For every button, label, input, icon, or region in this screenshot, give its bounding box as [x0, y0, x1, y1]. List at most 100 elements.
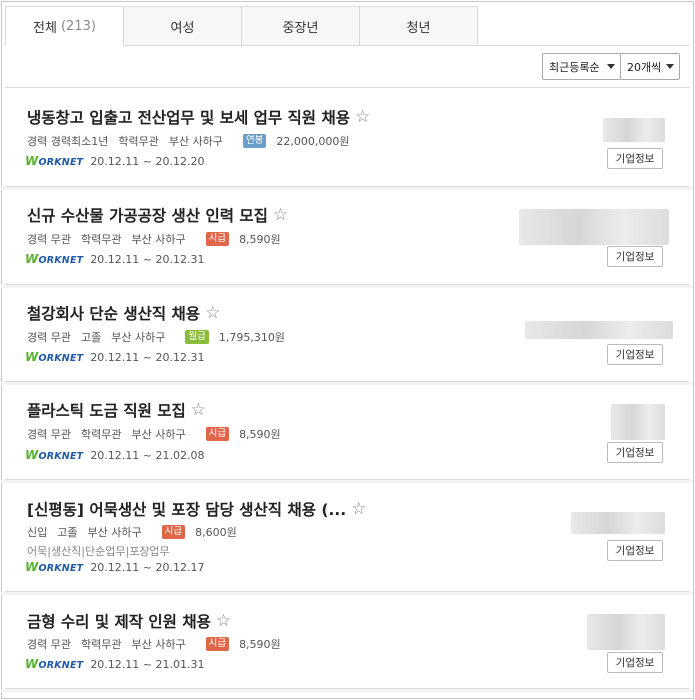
company-info-button[interactable]: 기업정보	[607, 540, 663, 561]
job-item: 플라스틱 도금 직원 모집 ☆ 경력 무관 학력무관 부산 사하구 시급 8,5…	[1, 382, 693, 483]
company-name-blurred	[519, 209, 669, 245]
job-career: 경력 무관	[27, 638, 71, 651]
job-pay: 8,590원	[239, 638, 281, 651]
job-title-link[interactable]: 냉동창고 입출고 전산업무 및 보세 업무 직원 채용 ☆	[27, 106, 370, 128]
job-source: W ORKNET 20.12.11 ~ 20.12.31	[25, 350, 205, 364]
job-education: 학력무관	[118, 135, 159, 148]
job-period: 20.12.11 ~ 21.01.31	[90, 657, 205, 671]
job-title-link[interactable]: 금형 수리 및 제작 인원 채용 ☆	[27, 610, 231, 632]
company-info-button[interactable]: 기업정보	[607, 652, 663, 673]
job-education: 고졸	[80, 331, 102, 344]
company-name-blurred	[611, 404, 665, 440]
job-pay: 8,590원	[239, 428, 281, 441]
job-pay: 8,590원	[239, 233, 281, 246]
worknet-logo: W ORKNET	[25, 154, 84, 168]
worknet-logo: W ORKNET	[25, 350, 84, 364]
tab-middle-aged[interactable]: 중장년	[241, 6, 360, 46]
tab-bar: 전체 (213) 여성 중장년 청년	[5, 6, 478, 46]
job-source: W ORKNET 20.12.11 ~ 20.12.31	[25, 252, 205, 266]
tab-women[interactable]: 여성	[123, 6, 242, 46]
sort-order-value: 최근등록순	[549, 60, 600, 74]
job-title: 냉동창고 입출고 전산업무 및 보세 업무 직원 채용	[27, 109, 350, 127]
job-title: 신규 수산물 가공공장 생산 인력 모집	[27, 207, 268, 225]
star-icon[interactable]: ☆	[216, 611, 231, 631]
job-meta: 경력 무관 학력무관 부산 사하구 시급 8,590원	[27, 636, 291, 652]
job-title: 플라스틱 도금 직원 모집	[27, 402, 186, 420]
company-info-button[interactable]: 기업정보	[607, 246, 663, 267]
job-education: 학력무관	[80, 233, 122, 246]
job-career: 경력 무관	[27, 331, 71, 344]
company-info-button[interactable]: 기업정보	[607, 344, 663, 365]
job-title: [신평동] 어묵생산 및 포장 담당 생산직 채용 (...	[27, 501, 347, 519]
company-name-blurred	[571, 512, 665, 534]
job-career: 경력 무관	[27, 428, 71, 441]
job-source: W ORKNET 20.12.11 ~ 21.02.08	[25, 448, 205, 462]
job-title-link[interactable]: 플라스틱 도금 직원 모집 ☆	[27, 399, 206, 421]
job-meta: 경력 무관 학력무관 부산 사하구 시급 8,590원	[27, 426, 291, 442]
job-location: 부산 사하구	[131, 638, 186, 651]
job-meta: 경력 경력최소1년 학력무관 부산 사하구 연봉 22,000,000원	[27, 133, 360, 149]
tab-label: 여성	[170, 20, 195, 36]
job-period: 20.12.11 ~ 20.12.20	[90, 154, 205, 168]
job-period: 20.12.11 ~ 20.12.31	[90, 252, 205, 266]
pay-type-badge: 시급	[205, 232, 230, 246]
sort-order-select[interactable]: 최근등록순	[542, 53, 621, 80]
job-pay: 1,795,310원	[218, 331, 285, 344]
tab-label: 청년	[406, 20, 431, 36]
job-item: [신평동] 어묵생산 및 포장 담당 생산직 채용 (... ☆ 신입 고졸 부…	[1, 480, 693, 595]
job-period: 20.12.11 ~ 21.02.08	[90, 448, 205, 462]
job-title-link[interactable]: [신평동] 어묵생산 및 포장 담당 생산직 채용 (... ☆	[27, 498, 366, 520]
job-pay: 22,000,000원	[276, 135, 350, 148]
company-name-blurred	[587, 614, 665, 650]
tab-label: 전체	[33, 20, 57, 36]
job-period: 20.12.11 ~ 20.12.31	[90, 350, 205, 364]
pay-type-badge: 월급	[185, 330, 209, 344]
job-title: 금형 수리 및 제작 인원 채용	[27, 613, 211, 631]
star-icon[interactable]: ☆	[205, 303, 220, 323]
job-title-link[interactable]: 신규 수산물 가공공장 생산 인력 모집 ☆	[27, 204, 288, 226]
job-item: 금형 수리 및 제작 인원 채용 ☆ 경력 무관 학력무관 부산 사하구 시급 …	[1, 592, 693, 692]
job-item: 신규 수산물 가공공장 생산 인력 모집 ☆ 경력 무관 학력무관 부산 사하구…	[1, 187, 693, 288]
job-item: 철강회사 단순 생산직 채용 ☆ 경력 무관 고졸 부산 사하구 월급 1,79…	[1, 285, 693, 385]
company-name-blurred	[603, 118, 665, 142]
chevron-down-icon	[666, 64, 674, 69]
job-location: 부산 사하구	[111, 331, 166, 344]
job-tags: 어묵|생산직|단순업무|포장업무	[27, 545, 170, 558]
job-title: 철강회사 단순 생산직 채용	[27, 305, 201, 323]
job-item: 냉동창고 입출고 전산업무 및 보세 업무 직원 채용 ☆ 경력 경력최소1년 …	[1, 90, 693, 190]
pay-type-badge: 시급	[161, 525, 186, 539]
job-education: 고졸	[57, 526, 78, 539]
job-period: 20.12.11 ~ 20.12.17	[90, 560, 205, 574]
job-location: 부산 사하구	[168, 135, 223, 148]
job-pay: 8,600원	[195, 526, 237, 539]
company-name-blurred	[525, 321, 673, 339]
pay-type-badge: 시급	[205, 637, 230, 651]
worknet-logo: W ORKNET	[25, 448, 84, 462]
job-title-link[interactable]: 철강회사 단순 생산직 채용 ☆	[27, 302, 220, 324]
worknet-logo: W ORKNET	[25, 657, 84, 671]
job-career: 경력 무관	[27, 233, 71, 246]
worknet-logo: W ORKNET	[25, 560, 84, 574]
star-icon[interactable]: ☆	[273, 205, 288, 225]
star-icon[interactable]: ☆	[355, 107, 370, 127]
company-info-button[interactable]: 기업정보	[607, 442, 663, 463]
pay-type-badge: 연봉	[242, 134, 267, 148]
chevron-down-icon	[607, 64, 615, 69]
company-info-button[interactable]: 기업정보	[607, 148, 663, 169]
job-source: W ORKNET 20.12.11 ~ 20.12.20	[25, 154, 205, 168]
job-location: 부산 사하구	[87, 526, 142, 539]
job-source: W ORKNET 20.12.11 ~ 20.12.17	[25, 560, 205, 574]
job-career: 신입	[27, 526, 48, 539]
star-icon[interactable]: ☆	[351, 499, 366, 519]
per-page-select[interactable]: 20개씩	[620, 53, 680, 80]
pay-type-badge: 시급	[205, 427, 230, 441]
job-meta: 경력 무관 학력무관 부산 사하구 시급 8,590원	[27, 231, 291, 247]
job-source: W ORKNET 20.12.11 ~ 21.01.31	[25, 657, 205, 671]
tab-all[interactable]: 전체 (213)	[5, 6, 124, 46]
sort-bar: 최근등록순 20개씩	[5, 46, 690, 88]
job-career: 경력 경력최소1년	[27, 135, 109, 148]
job-location: 부산 사하구	[131, 428, 186, 441]
job-meta: 신입 고졸 부산 사하구 시급 8,600원	[27, 524, 247, 540]
star-icon[interactable]: ☆	[191, 400, 206, 420]
tab-youth[interactable]: 청년	[359, 6, 478, 46]
